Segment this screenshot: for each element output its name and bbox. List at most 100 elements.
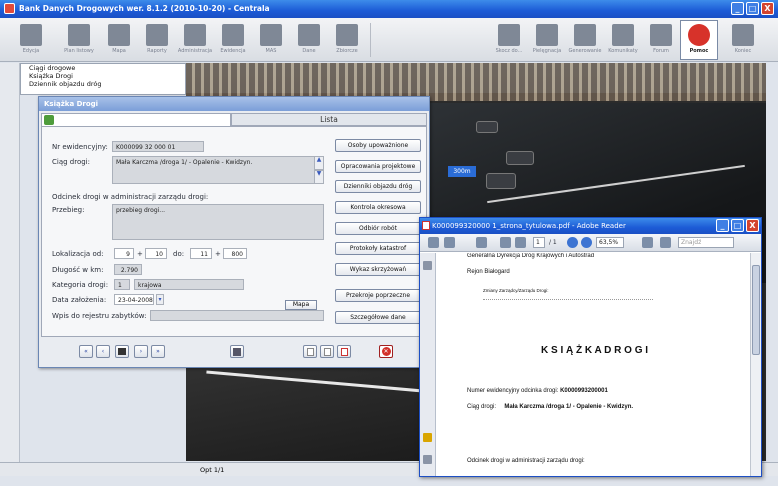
last-record-button[interactable]: »: [151, 345, 165, 358]
toolbar-mas-button[interactable]: MAS: [252, 20, 290, 60]
szczegolowe-button[interactable]: Szczegółowe dane: [335, 311, 421, 324]
jump-arrow-icon: [498, 24, 520, 46]
pdf-rejon: Rejon Białogard: [467, 269, 510, 275]
next-page-icon[interactable]: [515, 237, 526, 248]
tree-item-ksiazka[interactable]: Książka Drogi: [21, 72, 185, 80]
toolbar-plan-button[interactable]: Plan listowy: [60, 20, 98, 60]
pdf-minimize-button[interactable]: _: [716, 219, 729, 232]
lok-m-to[interactable]: 800: [223, 248, 247, 259]
toolbar-administracja-button[interactable]: Administracja: [176, 20, 214, 60]
edit-icon: [20, 24, 42, 46]
binoculars-icon: [118, 348, 126, 355]
minimize-button[interactable]: _: [731, 2, 744, 15]
pdf-close-button[interactable]: X: [746, 219, 759, 232]
close-dialog-button[interactable]: ✕: [379, 345, 393, 358]
edit-record-button[interactable]: [320, 345, 334, 358]
pdf-heading: K S I Ą Ż K A D R O G I: [541, 345, 649, 356]
tab-lista[interactable]: Lista: [231, 113, 427, 126]
toolbar-zbiorcze-button[interactable]: Zbiorcze: [328, 20, 366, 60]
zoom-out-icon[interactable]: [567, 237, 578, 248]
dlugosc-field[interactable]: 2.790: [114, 264, 142, 275]
dialog-tabs: Lista: [41, 113, 427, 128]
toolbar-skocz-button[interactable]: Skocz do...: [490, 20, 528, 60]
toolbar-edycja-button[interactable]: Edycja: [12, 20, 50, 60]
zoom-in-icon[interactable]: [581, 237, 592, 248]
gear-icon: [574, 24, 596, 46]
przebieg-label: Przebieg:: [52, 206, 85, 214]
wpis-field[interactable]: [150, 310, 324, 321]
osoby-button[interactable]: Osoby upoważnione: [335, 139, 421, 152]
toolbar-pielegnacja-button[interactable]: Pielęgnacja: [528, 20, 566, 60]
odbior-button[interactable]: Odbiór robót: [335, 222, 421, 235]
dzienniki-button[interactable]: Dzienniki objazdu dróg: [335, 180, 421, 193]
main-toolbar: Edycja Plan listowy Mapa Raporty Adminis…: [0, 18, 778, 62]
kategoria-code[interactable]: 1: [114, 279, 130, 290]
pages-panel-icon[interactable]: [423, 261, 432, 270]
close-button[interactable]: X: [761, 2, 774, 15]
data-field[interactable]: 23-04-2008: [114, 294, 154, 305]
przekroje-button[interactable]: Przekroje poprzeczne: [335, 289, 421, 302]
ksiazka-drogi-dialog: Książka Drogi Lista Nr ewidencyjny: K000…: [38, 96, 430, 368]
pdf-maximize-button[interactable]: □: [731, 219, 744, 232]
pdf-file-icon: [422, 221, 430, 230]
back-icon[interactable]: [476, 237, 487, 248]
filter-button[interactable]: [230, 345, 244, 358]
wykaz-button[interactable]: Wykaz skrzyżowań: [335, 263, 421, 276]
fit-page-icon[interactable]: [642, 237, 653, 248]
tab-edit[interactable]: [41, 113, 232, 128]
protokoly-button[interactable]: Protokoły katastrof: [335, 242, 421, 255]
brush-icon: [536, 24, 558, 46]
toolbar-komunikaty-button[interactable]: Komunikaty: [604, 20, 642, 60]
share-icon[interactable]: [444, 237, 455, 248]
lok-km-from[interactable]: 9: [114, 248, 134, 259]
find-input[interactable]: Znajdź: [678, 237, 734, 248]
binoculars-search-button[interactable]: [115, 345, 129, 358]
tree-item-dziennik[interactable]: Dziennik objazdu dróg: [21, 80, 185, 88]
toolbar-dane-button[interactable]: Dane: [290, 20, 328, 60]
lok-km-to[interactable]: 11: [190, 248, 212, 259]
page-number-input[interactable]: 1: [533, 237, 545, 248]
maximize-button[interactable]: □: [746, 2, 759, 15]
kontrola-button[interactable]: Kontrola okresowa: [335, 201, 421, 214]
toolbar-raporty-button[interactable]: Raporty: [138, 20, 176, 60]
print-icon[interactable]: [428, 237, 439, 248]
toolbar-ewidencja-button[interactable]: Ewidencja: [214, 20, 252, 60]
delete-record-button[interactable]: [337, 345, 351, 358]
nav-tree: Ciągi drogowe Książka Drogi Dziennik obj…: [20, 63, 186, 95]
date-picker-button[interactable]: ▾: [156, 294, 164, 305]
left-panel-track: [0, 63, 20, 463]
scroll-up-button[interactable]: ▲: [314, 156, 324, 170]
kategoria-field[interactable]: krajowa: [134, 279, 244, 290]
new-doc-icon: [306, 348, 314, 356]
przebieg-field[interactable]: przebieg drogi...: [112, 204, 324, 240]
fit-width-icon[interactable]: [660, 237, 671, 248]
next-record-button[interactable]: ›: [134, 345, 148, 358]
toolbar-pomoc-button[interactable]: Pomoc: [680, 20, 718, 60]
toolbar-mapa-button[interactable]: Mapa: [100, 20, 138, 60]
toolbar-generowanie-button[interactable]: Generowanie: [566, 20, 604, 60]
scroll-down-button[interactable]: ▼: [314, 170, 324, 184]
aggregate-icon: [336, 24, 358, 46]
comment-icon[interactable]: [423, 433, 432, 442]
pdf-scroll-thumb[interactable]: [752, 265, 760, 355]
toolbar-forum-button[interactable]: Forum: [642, 20, 680, 60]
help-lifebuoy-icon: [688, 24, 710, 46]
nr-field[interactable]: K000099 32 000 01: [112, 141, 204, 152]
toolbar-koniec-button[interactable]: Koniec: [724, 20, 762, 60]
prev-page-icon[interactable]: [500, 237, 511, 248]
opracowania-button[interactable]: Opracowania projektowe: [335, 160, 421, 173]
new-record-button[interactable]: [303, 345, 317, 358]
prev-record-button[interactable]: ‹: [96, 345, 110, 358]
tree-item-ciagi[interactable]: Ciągi drogowe: [21, 64, 185, 72]
pdf-scrollbar[interactable]: [750, 253, 761, 476]
mapa-button[interactable]: Mapa: [285, 300, 317, 310]
ciag-field[interactable]: Mała Karczma /droga 1/ - Opalenie - Kwid…: [112, 156, 315, 184]
zoom-select[interactable]: 63,5%: [596, 237, 624, 248]
attachment-icon[interactable]: [423, 455, 432, 464]
pdf-zmiany: Zmiany Zarządcy/Zarządu Drogi:: [483, 288, 549, 293]
pdf-page: Generalna Dyrekcja Dróg Krajowych i Auto…: [437, 253, 749, 476]
first-record-button[interactable]: «: [79, 345, 93, 358]
report-icon: [146, 24, 168, 46]
lok-m-from[interactable]: 10: [145, 248, 167, 259]
page-count: / 1: [549, 239, 557, 246]
